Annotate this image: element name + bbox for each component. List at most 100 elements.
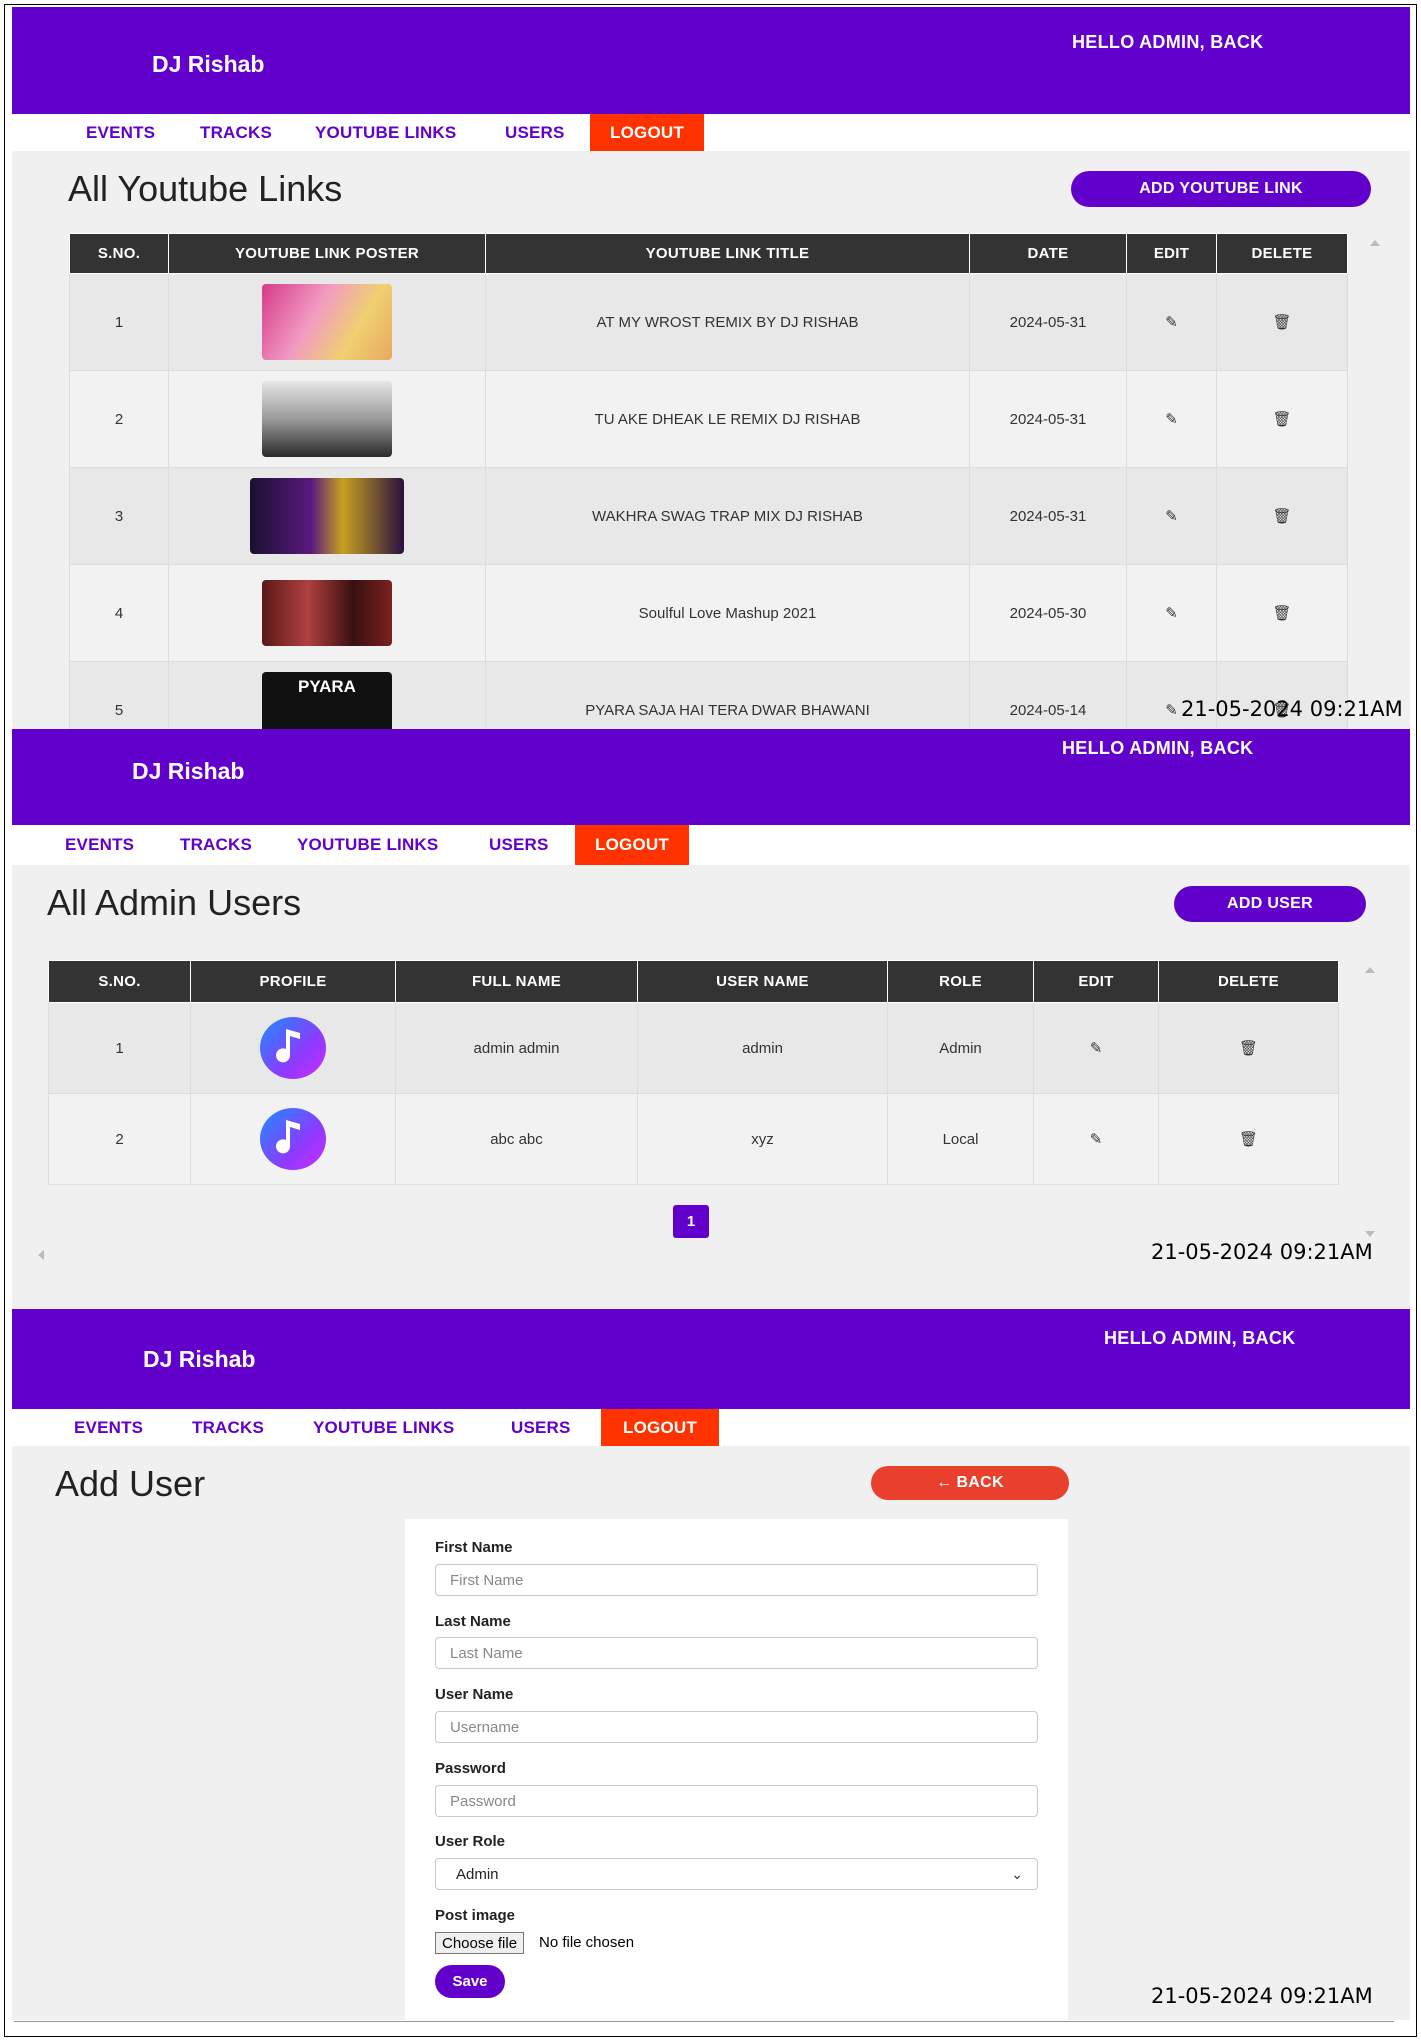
col-header-edit: EDIT (1033, 960, 1159, 1003)
nav-tracks[interactable]: TRACKS (200, 114, 272, 151)
add-user-button[interactable]: ADD USER (1174, 886, 1366, 922)
nav-tracks[interactable]: TRACKS (192, 1409, 264, 1446)
row-title: AT MY WROST REMIX BY DJ RISHAB (485, 273, 970, 371)
poster-thumbnail[interactable]: PYARA (262, 672, 392, 729)
nav-events[interactable]: EVENTS (65, 825, 134, 865)
scroll-up-arrow[interactable] (1370, 240, 1380, 246)
scroll-down-arrow[interactable] (1365, 1231, 1375, 1237)
first-name-label: First Name (435, 1539, 513, 1556)
scroll-up-arrow[interactable] (1365, 967, 1375, 973)
choose-file-button[interactable]: Choose file (435, 1932, 525, 1954)
poster-thumbnail[interactable] (262, 580, 392, 646)
edit-icon[interactable]: ✎ (1165, 508, 1178, 525)
col-header-title: YOUTUBE LINK TITLE (485, 233, 970, 274)
row-full-name: abc abc (395, 1093, 638, 1185)
nav-users[interactable]: USERS (489, 825, 549, 865)
brand-name[interactable]: DJ Rishab (152, 51, 264, 78)
poster-thumbnail[interactable] (262, 284, 392, 360)
youtube-links-panel: DJ Rishab HELLO ADMIN, BACK EVENTS TRACK… (12, 7, 1410, 729)
row-date: 2024-05-14 (969, 661, 1127, 729)
brand-name[interactable]: DJ Rishab (132, 758, 244, 785)
music-note-icon (260, 1108, 326, 1170)
nav-users[interactable]: USERS (505, 114, 565, 151)
trash-icon[interactable]: 🗑 (1239, 1040, 1258, 1057)
col-header-delete: DELETE (1216, 233, 1348, 274)
first-name-input[interactable]: First Name (435, 1564, 1038, 1596)
arrow-left-icon: ← (936, 1474, 953, 1491)
top-header: DJ Rishab HELLO ADMIN, BACK (12, 1309, 1410, 1409)
table-row: 4 Soulful Love Mashup 2021 2024-05-30 ✎ … (69, 564, 1348, 662)
trash-icon[interactable]: 🗑 (1272, 314, 1291, 331)
username-input[interactable]: Username (435, 1711, 1038, 1743)
edit-icon[interactable]: ✎ (1165, 314, 1178, 331)
add-youtube-link-button[interactable]: ADD YOUTUBE LINK (1071, 171, 1371, 207)
trash-icon[interactable]: 🗑 (1239, 1131, 1258, 1148)
timestamp-2: 21-05-2024 09:21AM (1151, 1240, 1373, 1264)
row-date: 2024-05-31 (969, 273, 1127, 371)
timestamp-1: 21-05-2024 09:21AM (1181, 697, 1403, 721)
users-panel: DJ Rishab HELLO ADMIN, BACK EVENTS TRACK… (12, 729, 1410, 1309)
row-sno: 3 (69, 467, 169, 565)
poster-thumbnail[interactable] (250, 478, 404, 554)
nav-youtube-links[interactable]: YOUTUBE LINKS (315, 114, 456, 151)
user-name-label: User Name (435, 1686, 514, 1703)
row-role: Local (887, 1093, 1034, 1185)
table-row: 2 abc abc xyz Local ✎ 🗑 (48, 1093, 1339, 1185)
poster-text: PYARA (298, 677, 356, 696)
edit-icon[interactable]: ✎ (1090, 1040, 1103, 1057)
trash-icon[interactable]: 🗑 (1272, 508, 1291, 525)
add-user-form: First Name First Name Last Name Last Nam… (405, 1519, 1068, 2020)
nav-youtube-links[interactable]: YOUTUBE LINKS (297, 825, 438, 865)
greeting-text: HELLO ADMIN, BACK (1062, 738, 1254, 758)
row-user-name: admin (637, 1002, 888, 1094)
table-row: 3 WAKHRA SWAG TRAP MIX DJ RISHAB 2024-05… (69, 467, 1348, 565)
row-user-name: xyz (637, 1093, 888, 1185)
nav-users[interactable]: USERS (511, 1409, 571, 1446)
row-date: 2024-05-30 (969, 564, 1127, 662)
password-label: Password (435, 1760, 506, 1777)
table-row: 2 TU AKE DHEAK LE REMIX DJ RISHAB 2024-0… (69, 370, 1348, 468)
music-note-icon (260, 1017, 326, 1079)
trash-icon[interactable]: 🗑 (1272, 605, 1291, 622)
poster-thumbnail[interactable] (262, 381, 392, 457)
nav-events[interactable]: EVENTS (74, 1409, 143, 1446)
row-sno: 4 (69, 564, 169, 662)
nav-logout[interactable]: LOGOUT (590, 114, 704, 151)
row-title: WAKHRA SWAG TRAP MIX DJ RISHAB (485, 467, 970, 565)
last-name-label: Last Name (435, 1613, 511, 1630)
main-nav: EVENTS TRACKS YOUTUBE LINKS USERS LOGOUT (12, 1409, 1410, 1446)
row-date: 2024-05-31 (969, 370, 1127, 468)
pagination-page-1[interactable]: 1 (673, 1205, 709, 1238)
nav-tracks[interactable]: TRACKS (180, 825, 252, 865)
nav-events[interactable]: EVENTS (86, 114, 155, 151)
back-button[interactable]: ← BACK (871, 1466, 1069, 1500)
col-header-poster: YOUTUBE LINK POSTER (168, 233, 486, 274)
col-header-full-name: FULL NAME (395, 960, 638, 1003)
user-role-select[interactable]: Admin ⌄ (435, 1858, 1038, 1890)
nav-youtube-links[interactable]: YOUTUBE LINKS (313, 1409, 454, 1446)
nav-logout[interactable]: LOGOUT (575, 825, 689, 865)
page-title: All Admin Users (47, 882, 302, 923)
edit-icon[interactable]: ✎ (1165, 702, 1178, 719)
timestamp-3: 21-05-2024 09:21AM (1151, 1984, 1373, 2008)
edit-icon[interactable]: ✎ (1165, 605, 1178, 622)
main-nav: EVENTS TRACKS YOUTUBE LINKS USERS LOGOUT (12, 825, 1410, 865)
last-name-input[interactable]: Last Name (435, 1637, 1038, 1669)
edit-icon[interactable]: ✎ (1165, 411, 1178, 428)
table-row: 5 PYARA PYARA SAJA HAI TERA DWAR BHAWANI… (69, 661, 1348, 729)
row-date: 2024-05-31 (969, 467, 1127, 565)
edit-icon[interactable]: ✎ (1090, 1131, 1103, 1148)
trash-icon[interactable]: 🗑 (1272, 411, 1291, 428)
user-role-label: User Role (435, 1833, 506, 1850)
save-button[interactable]: Save (435, 1965, 505, 1998)
password-input[interactable]: Password (435, 1785, 1038, 1817)
brand-name[interactable]: DJ Rishab (143, 1346, 255, 1373)
nav-logout[interactable]: LOGOUT (601, 1409, 719, 1446)
scroll-left-arrow[interactable] (38, 1250, 44, 1260)
row-title: Soulful Love Mashup 2021 (485, 564, 970, 662)
top-header: DJ Rishab HELLO ADMIN, BACK (12, 7, 1410, 114)
row-role: Admin (887, 1002, 1034, 1094)
youtube-links-table: S.NO. YOUTUBE LINK POSTER YOUTUBE LINK T… (69, 233, 1348, 729)
row-sno: 1 (69, 273, 169, 371)
col-header-date: DATE (969, 233, 1127, 274)
